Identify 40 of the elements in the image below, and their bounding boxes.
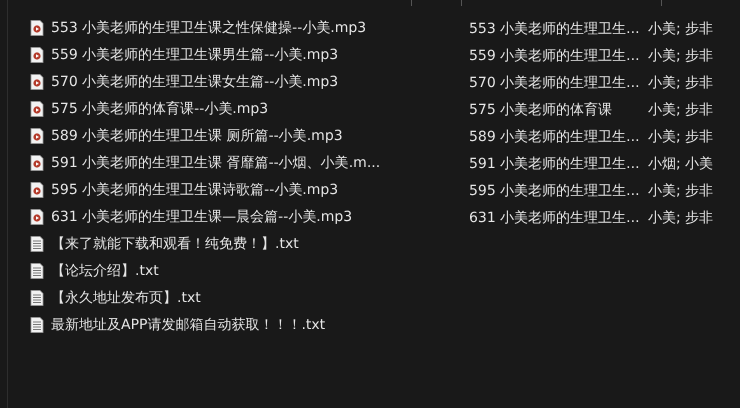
audio-file-icon [30, 208, 44, 224]
text-file-icon [30, 290, 44, 306]
title-cell: 575 小美老师的体育课 [469, 102, 612, 118]
artist-cell: 小美; 步非 [648, 102, 714, 118]
artist-cell: 小美; 步非 [648, 48, 714, 64]
title-cell: 591 小美老师的生理卫生... [469, 156, 640, 172]
text-file-icon [30, 316, 44, 332]
audio-file-icon [30, 74, 44, 90]
title-cell: 553 小美老师的生理卫生... [469, 20, 640, 36]
audio-file-icon [30, 128, 44, 144]
title-cell: 589 小美老师的生理卫生... [469, 128, 640, 144]
artist-cell: 小美; 步非 [648, 128, 714, 144]
title-cell: 570 小美老师的生理卫生... [469, 74, 640, 90]
artist-cell: 小美; 步非 [648, 210, 714, 226]
artist-cell: 小烟; 小美 [648, 156, 714, 172]
text-file-icon [30, 236, 44, 252]
title-cell: 631 小美老师的生理卫生... [469, 210, 640, 226]
audio-file-icon [30, 20, 44, 36]
file-name[interactable]: 591 小美老师的生理卫生课 胥靡篇--小烟、小美.m... [51, 154, 380, 172]
file-name[interactable]: 589 小美老师的生理卫生课 厕所篇--小美.mp3 [51, 126, 343, 144]
file-name[interactable]: 575 小美老师的体育课--小美.mp3 [51, 100, 268, 118]
artist-cell: 小美; 步非 [648, 20, 714, 36]
title-cell: 559 小美老师的生理卫生... [469, 48, 640, 64]
title-cell: 595 小美老师的生理卫生... [469, 182, 640, 198]
file-name[interactable]: 570 小美老师的生理卫生课女生篇--小美.mp3 [51, 72, 338, 90]
file-name[interactable]: 【来了就能下载和观看！纯免费！】.txt [51, 234, 299, 252]
file-name[interactable]: 595 小美老师的生理卫生课诗歌篇--小美.mp3 [51, 180, 338, 198]
text-file-icon [30, 262, 44, 278]
file-name[interactable]: 最新地址及APP请发邮箱自动获取！！！.txt [51, 316, 326, 334]
file-name[interactable]: 553 小美老师的生理卫生课之性保健操--小美.mp3 [51, 18, 366, 36]
audio-file-icon [30, 154, 44, 170]
file-name[interactable]: 【论坛介绍】.txt [51, 262, 159, 280]
audio-file-icon [30, 182, 44, 198]
artist-cell: 小美; 步非 [648, 74, 714, 90]
audio-file-icon [30, 46, 44, 62]
file-name[interactable]: 【永久地址发布页】.txt [51, 288, 201, 306]
artist-cell: 小美; 步非 [648, 182, 714, 198]
audio-file-icon [30, 100, 44, 116]
file-name[interactable]: 559 小美老师的生理卫生课男生篇--小美.mp3 [51, 46, 338, 64]
file-name[interactable]: 631 小美老师的生理卫生课—晨会篇--小美.mp3 [51, 208, 352, 226]
